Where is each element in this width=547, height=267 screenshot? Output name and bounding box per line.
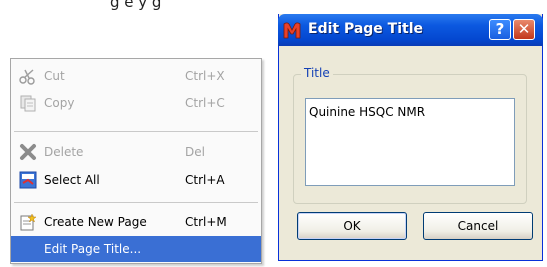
select-all-icon: [19, 171, 37, 189]
menu-item-edit-page-title[interactable]: Edit Page Title...: [11, 236, 261, 262]
new-page-icon: [20, 213, 37, 231]
menu-item-label: Delete: [44, 145, 84, 159]
delete-x-icon: [20, 144, 36, 160]
scissors-icon: [19, 69, 35, 85]
ok-button[interactable]: OK: [297, 212, 407, 240]
close-button[interactable]: ✕: [513, 19, 535, 40]
help-button[interactable]: ?: [489, 19, 511, 40]
menu-item-create-new-page[interactable]: Create New Page Ctrl+M: [11, 209, 261, 235]
menu-item-label: Cut: [44, 69, 65, 83]
menu-item-shortcut: Ctrl+X: [185, 69, 225, 83]
close-icon: ✕: [517, 20, 531, 38]
menu-item-label: Create New Page: [44, 215, 147, 229]
menu-separator: [14, 131, 258, 132]
menu-item-label: Select All: [44, 173, 100, 187]
copy-icon: [20, 95, 36, 112]
dialog-title: Edit Page Title: [308, 21, 424, 37]
menu-item-label: Edit Page Title...: [44, 242, 142, 256]
menu-item-delete[interactable]: Delete Del: [11, 139, 261, 165]
edit-page-title-dialog: Edit Page Title ? ✕ Title Quinine HSQC N…: [278, 14, 543, 261]
title-text-field[interactable]: Quinine HSQC NMR: [305, 98, 515, 186]
context-menu: Cut Ctrl+X Copy Ctrl+C Delete Del Select…: [10, 58, 262, 264]
help-icon: ?: [495, 20, 505, 38]
menu-item-shortcut: Ctrl+A: [185, 173, 225, 187]
menu-item-shortcut: Ctrl+M: [185, 215, 227, 229]
menu-item-select-all[interactable]: Select All Ctrl+A: [11, 167, 261, 193]
app-logo-icon: [283, 22, 301, 39]
title-group-label: Title: [301, 66, 333, 80]
clipped-background-text: g e y g: [110, 0, 162, 11]
cancel-button[interactable]: Cancel: [423, 212, 533, 240]
menu-item-label: Copy: [44, 96, 75, 110]
menu-item-shortcut: Ctrl+C: [185, 96, 225, 110]
menu-item-shortcut: Del: [185, 145, 205, 159]
menu-item-copy[interactable]: Copy Ctrl+C: [11, 90, 261, 116]
menu-item-cut[interactable]: Cut Ctrl+X: [11, 63, 261, 89]
menu-separator: [14, 202, 258, 203]
dialog-titlebar[interactable]: Edit Page Title ? ✕: [278, 14, 543, 46]
